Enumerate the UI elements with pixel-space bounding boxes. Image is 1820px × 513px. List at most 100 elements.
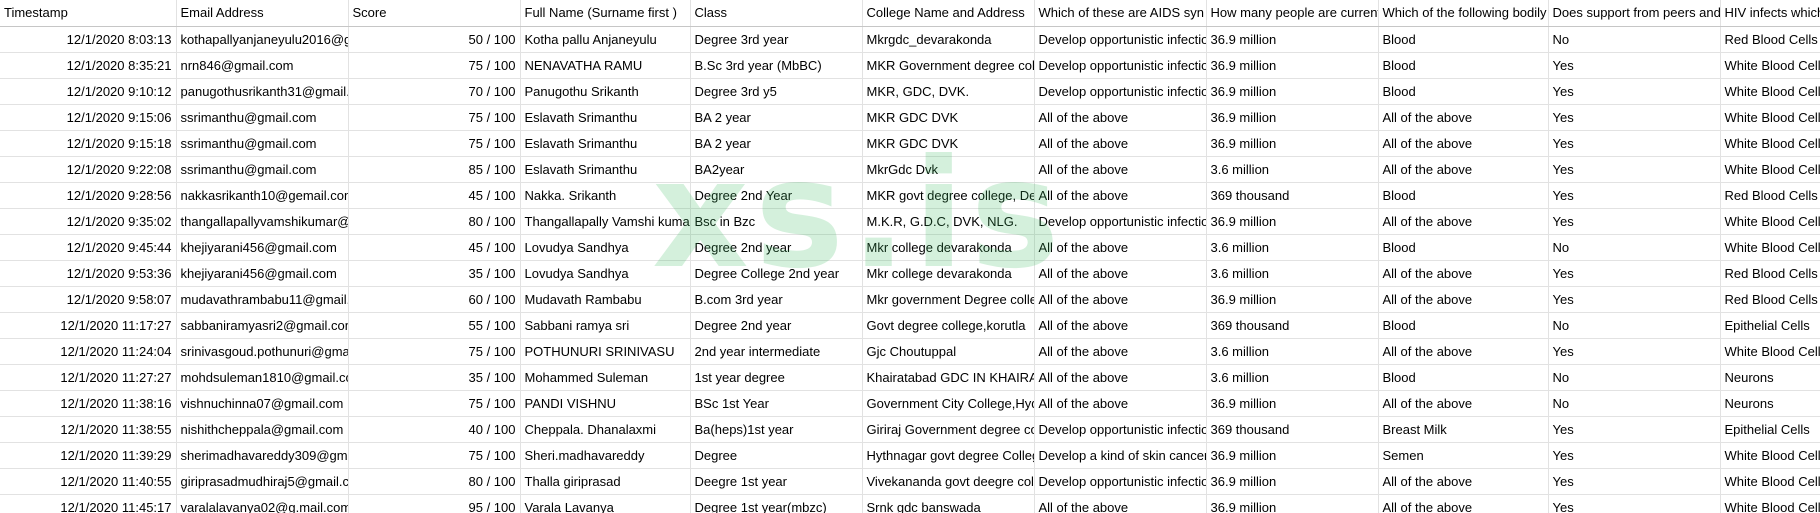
cell-email[interactable]: kothapallyanjaneyulu2016@g	[176, 26, 349, 53]
cell-college[interactable]: Mkrgdc_devarakonda	[862, 26, 1035, 53]
cell-class[interactable]: B.com 3rd year	[690, 286, 863, 313]
cell-full-name[interactable]: Sheri.madhavareddy	[520, 442, 691, 469]
column-header-email[interactable]: Email Address	[176, 0, 349, 27]
cell-college[interactable]: Hythnagar govt degree Colleg	[862, 442, 1035, 469]
cell-bodily-fluids[interactable]: All of the above	[1378, 468, 1549, 495]
cell-timestamp[interactable]: 12/1/2020 8:35:21	[0, 52, 177, 79]
cell-college[interactable]: Khairatabad GDC IN KHAIRA	[862, 364, 1035, 391]
cell-hiv-infects[interactable]: White Blood Cells	[1720, 442, 1820, 469]
cell-timestamp[interactable]: 12/1/2020 11:38:55	[0, 416, 177, 443]
cell-class[interactable]: B.Sc 3rd year (MbBC)	[690, 52, 863, 79]
cell-score[interactable]: 60 / 100	[348, 286, 521, 313]
cell-peer-support[interactable]: Yes	[1548, 338, 1721, 365]
cell-bodily-fluids[interactable]: All of the above	[1378, 338, 1549, 365]
cell-college[interactable]: Vivekananda govt deegre coll	[862, 468, 1035, 495]
cell-class[interactable]: Degree 3rd y5	[690, 78, 863, 105]
cell-peer-support[interactable]: Yes	[1548, 416, 1721, 443]
cell-hiv-infects[interactable]: Red Blood Cells	[1720, 182, 1820, 209]
cell-class[interactable]: Degree 2nd year	[690, 234, 863, 261]
cell-bodily-fluids[interactable]: All of the above	[1378, 390, 1549, 417]
cell-bodily-fluids[interactable]: All of the above	[1378, 286, 1549, 313]
cell-bodily-fluids[interactable]: Blood	[1378, 234, 1549, 261]
cell-aids-symptoms[interactable]: All of the above	[1034, 338, 1207, 365]
cell-email[interactable]: srinivasgoud.pothunuri@gmai	[176, 338, 349, 365]
cell-timestamp[interactable]: 12/1/2020 9:10:12	[0, 78, 177, 105]
cell-full-name[interactable]: Varala Lavanya	[520, 494, 691, 513]
cell-aids-symptoms[interactable]: All of the above	[1034, 182, 1207, 209]
cell-hiv-infects[interactable]: White Blood Cells	[1720, 52, 1820, 79]
cell-class[interactable]: BSc 1st Year	[690, 390, 863, 417]
cell-hiv-infects[interactable]: White Blood Cells	[1720, 104, 1820, 131]
cell-score[interactable]: 80 / 100	[348, 208, 521, 235]
cell-aids-symptoms[interactable]: All of the above	[1034, 130, 1207, 157]
cell-aids-symptoms[interactable]: Develop opportunistic infectio	[1034, 468, 1207, 495]
cell-email[interactable]: vishnuchinna07@gmail.com	[176, 390, 349, 417]
cell-full-name[interactable]: Nakka. Srikanth	[520, 182, 691, 209]
cell-people-count[interactable]: 369 thousand	[1206, 182, 1379, 209]
cell-score[interactable]: 75 / 100	[348, 390, 521, 417]
cell-score[interactable]: 95 / 100	[348, 494, 521, 513]
cell-email[interactable]: giriprasadmudhiraj5@gmail.c	[176, 468, 349, 495]
cell-class[interactable]: Degree 2nd year	[690, 312, 863, 339]
cell-college[interactable]: M.K.R, G.D.C, DVK, NLG.	[862, 208, 1035, 235]
cell-peer-support[interactable]: Yes	[1548, 442, 1721, 469]
cell-timestamp[interactable]: 12/1/2020 11:39:29	[0, 442, 177, 469]
cell-score[interactable]: 50 / 100	[348, 26, 521, 53]
cell-people-count[interactable]: 36.9 million	[1206, 494, 1379, 513]
cell-full-name[interactable]: Lovudya Sandhya	[520, 260, 691, 287]
cell-college[interactable]: Mkr college devarakonda	[862, 234, 1035, 261]
cell-peer-support[interactable]: Yes	[1548, 52, 1721, 79]
cell-aids-symptoms[interactable]: All of the above	[1034, 260, 1207, 287]
cell-people-count[interactable]: 3.6 million	[1206, 364, 1379, 391]
cell-bodily-fluids[interactable]: All of the above	[1378, 130, 1549, 157]
cell-peer-support[interactable]: No	[1548, 364, 1721, 391]
cell-score[interactable]: 35 / 100	[348, 260, 521, 287]
cell-score[interactable]: 40 / 100	[348, 416, 521, 443]
cell-aids-symptoms[interactable]: Develop opportunistic infectio	[1034, 78, 1207, 105]
cell-full-name[interactable]: Eslavath Srimanthu	[520, 104, 691, 131]
cell-email[interactable]: nakkasrikanth10@gemail.com	[176, 182, 349, 209]
cell-hiv-infects[interactable]: Red Blood Cells	[1720, 26, 1820, 53]
cell-people-count[interactable]: 3.6 million	[1206, 260, 1379, 287]
cell-timestamp[interactable]: 12/1/2020 11:27:27	[0, 364, 177, 391]
cell-college[interactable]: Srnk gdc banswada	[862, 494, 1035, 513]
cell-full-name[interactable]: Lovudya Sandhya	[520, 234, 691, 261]
cell-class[interactable]: Ba(heps)1st year	[690, 416, 863, 443]
cell-college[interactable]: MKR GDC DVK	[862, 104, 1035, 131]
cell-people-count[interactable]: 36.9 million	[1206, 130, 1379, 157]
cell-full-name[interactable]: NENAVATHA RAMU	[520, 52, 691, 79]
cell-peer-support[interactable]: Yes	[1548, 260, 1721, 287]
cell-peer-support[interactable]: No	[1548, 312, 1721, 339]
cell-people-count[interactable]: 36.9 million	[1206, 390, 1379, 417]
column-header-aids-symptoms[interactable]: Which of these are AIDS syn	[1034, 0, 1207, 27]
cell-email[interactable]: varalalavanya02@g.mail.com	[176, 494, 349, 513]
cell-timestamp[interactable]: 12/1/2020 11:40:55	[0, 468, 177, 495]
cell-peer-support[interactable]: Yes	[1548, 468, 1721, 495]
cell-people-count[interactable]: 369 thousand	[1206, 312, 1379, 339]
cell-email[interactable]: nrn846@gmail.com	[176, 52, 349, 79]
cell-timestamp[interactable]: 12/1/2020 11:17:27	[0, 312, 177, 339]
cell-aids-symptoms[interactable]: Develop a kind of skin cancer	[1034, 442, 1207, 469]
cell-email[interactable]: ssrimanthu@gmail.com	[176, 130, 349, 157]
cell-class[interactable]: BA 2 year	[690, 130, 863, 157]
cell-bodily-fluids[interactable]: All of the above	[1378, 208, 1549, 235]
cell-full-name[interactable]: POTHUNURI SRINIVASU	[520, 338, 691, 365]
cell-timestamp[interactable]: 12/1/2020 9:15:18	[0, 130, 177, 157]
cell-aids-symptoms[interactable]: Develop opportunistic infectio	[1034, 26, 1207, 53]
cell-timestamp[interactable]: 12/1/2020 9:28:56	[0, 182, 177, 209]
cell-full-name[interactable]: Sabbani ramya sri	[520, 312, 691, 339]
cell-aids-symptoms[interactable]: All of the above	[1034, 494, 1207, 513]
cell-class[interactable]: Degree 3rd year	[690, 26, 863, 53]
cell-timestamp[interactable]: 12/1/2020 9:22:08	[0, 156, 177, 183]
cell-timestamp[interactable]: 12/1/2020 9:45:44	[0, 234, 177, 261]
column-header-timestamp[interactable]: Timestamp	[0, 0, 177, 27]
cell-hiv-infects[interactable]: Neurons	[1720, 390, 1820, 417]
column-header-hiv-infects[interactable]: HIV infects which	[1720, 0, 1820, 27]
cell-bodily-fluids[interactable]: All of the above	[1378, 104, 1549, 131]
cell-hiv-infects[interactable]: White Blood Cells	[1720, 468, 1820, 495]
cell-score[interactable]: 70 / 100	[348, 78, 521, 105]
cell-score[interactable]: 35 / 100	[348, 364, 521, 391]
cell-score[interactable]: 75 / 100	[348, 442, 521, 469]
cell-class[interactable]: Degree 2nd Year	[690, 182, 863, 209]
cell-score[interactable]: 75 / 100	[348, 338, 521, 365]
